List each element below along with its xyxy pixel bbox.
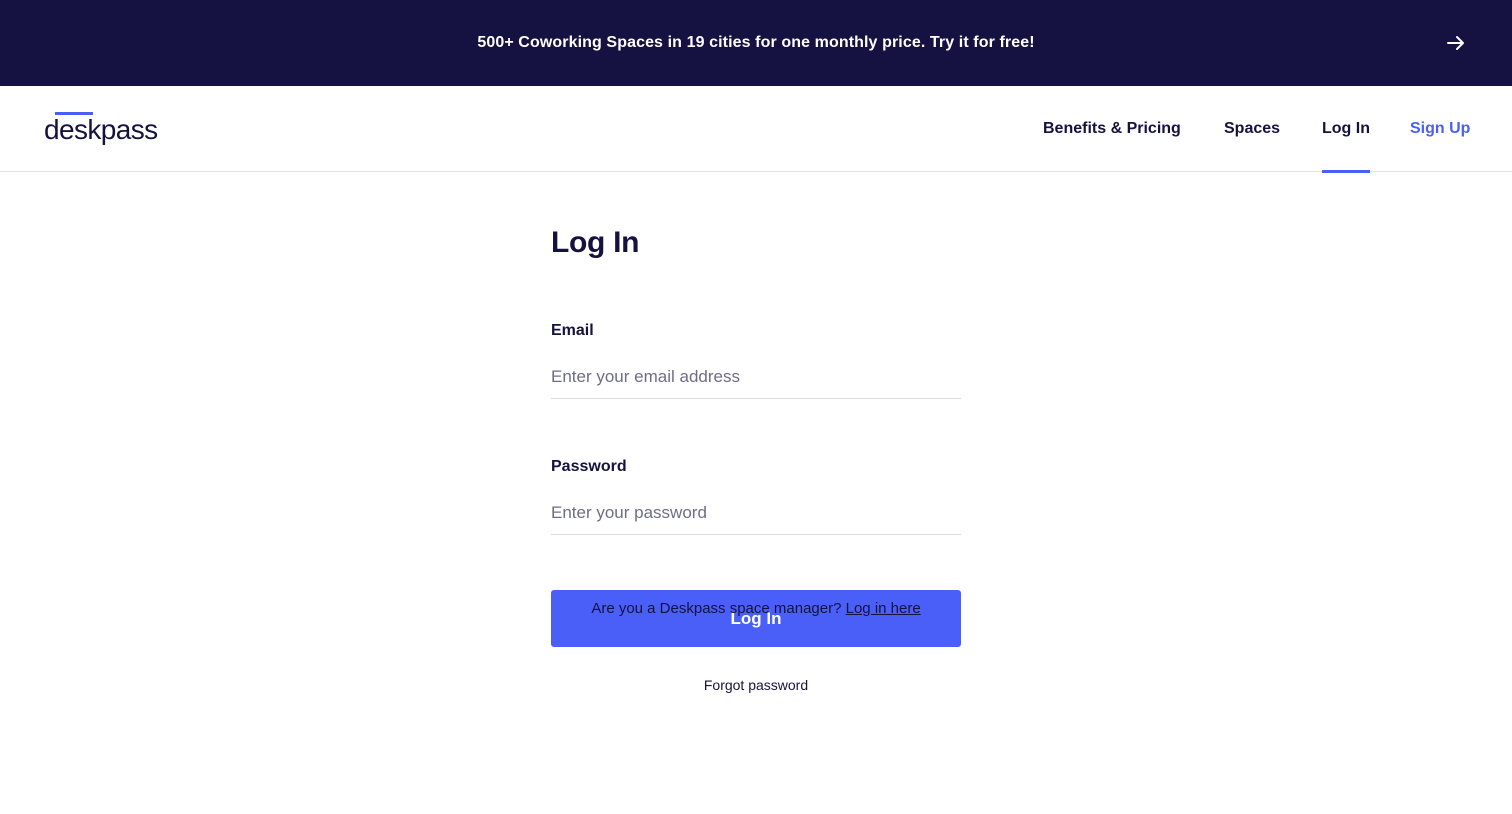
- space-manager-login-link[interactable]: Log in here: [846, 600, 921, 617]
- nav-benefits-pricing[interactable]: Benefits & Pricing: [1043, 86, 1181, 172]
- password-label: Password: [551, 458, 627, 475]
- log-in-button[interactable]: Log In: [551, 590, 961, 647]
- promo-text[interactable]: 500+ Coworking Spaces in 19 cities for o…: [477, 34, 1034, 52]
- promo-banner[interactable]: 500+ Coworking Spaces in 19 cities for o…: [0, 0, 1512, 86]
- email-field[interactable]: [551, 355, 961, 399]
- page-title: Log In: [551, 226, 640, 259]
- deskpass-logo[interactable]: deskpass: [44, 109, 168, 151]
- nav-sign-up[interactable]: Sign Up: [1410, 86, 1470, 172]
- nav-log-in[interactable]: Log In: [1322, 86, 1370, 173]
- forgot-password-link[interactable]: Forgot password: [551, 677, 961, 693]
- arrow-right-icon[interactable]: [1446, 33, 1466, 53]
- password-field[interactable]: [551, 491, 961, 535]
- space-manager-text: Are you a Deskpass space manager?: [591, 600, 842, 617]
- nav-spaces[interactable]: Spaces: [1224, 86, 1280, 172]
- logo-text: deskpass: [44, 114, 158, 145]
- space-manager-prompt: Are you a Deskpass space manager? Log in…: [0, 600, 1512, 617]
- navbar: deskpass Benefits & Pricing Spaces Log I…: [0, 86, 1512, 173]
- email-label: Email: [551, 322, 594, 339]
